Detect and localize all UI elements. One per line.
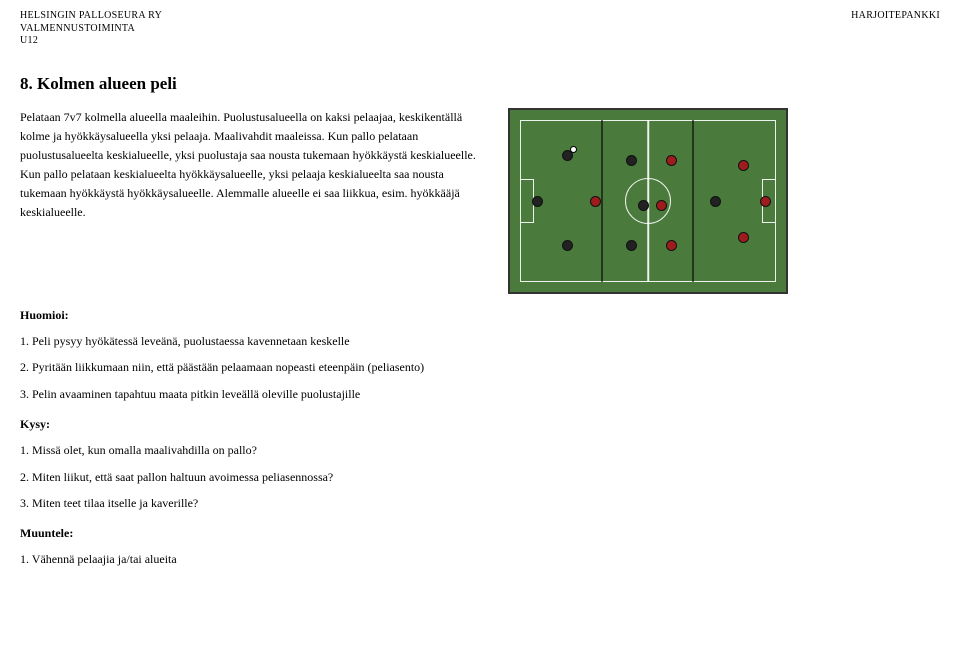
- list-item: 1. Missä olet, kun omalla maalivahdilla …: [20, 442, 940, 459]
- player-red: [760, 196, 771, 207]
- player-red: [738, 160, 749, 171]
- player-red: [738, 232, 749, 243]
- intro-column: Pelataan 7v7 kolmella alueella maaleihin…: [20, 108, 490, 294]
- player-red: [666, 240, 677, 251]
- page-header: HELSINGIN PALLOSEURA RY VALMENNUSTOIMINT…: [20, 10, 940, 48]
- section-kysy: Kysy:: [20, 417, 940, 432]
- list-item: 2. Pyritään liikkumaan niin, että päästä…: [20, 359, 940, 376]
- header-age: U12: [20, 35, 162, 48]
- header-org: HELSINGIN PALLOSEURA RY: [20, 10, 162, 23]
- figure-column: [508, 108, 788, 294]
- header-right: HARJOITEPANKKI: [851, 10, 940, 48]
- ball-icon: [570, 146, 577, 153]
- player-dark: [638, 200, 649, 211]
- field-diagram: [508, 108, 788, 294]
- list-item: 3. Miten teet tilaa itselle ja kaverille…: [20, 495, 940, 512]
- intro-paragraph: Pelataan 7v7 kolmella alueella maaleihin…: [20, 108, 490, 223]
- list-item: 3. Pelin avaaminen tapahtuu maata pitkin…: [20, 386, 940, 403]
- header-left: HELSINGIN PALLOSEURA RY VALMENNUSTOIMINT…: [20, 10, 162, 48]
- player-dark: [562, 240, 573, 251]
- section-huomioi: Huomioi:: [20, 308, 940, 323]
- content-row: Pelataan 7v7 kolmella alueella maaleihin…: [20, 108, 940, 294]
- list-item: 1. Vähennä pelaajia ja/tai alueita: [20, 551, 940, 568]
- player-dark: [626, 155, 637, 166]
- player-dark: [532, 196, 543, 207]
- player-red: [590, 196, 601, 207]
- player-dark: [626, 240, 637, 251]
- player-red: [666, 155, 677, 166]
- section-muuntele: Muuntele:: [20, 526, 940, 541]
- list-item: 2. Miten liikut, että saat pallon haltuu…: [20, 469, 940, 486]
- player-red: [656, 200, 667, 211]
- player-dark: [710, 196, 721, 207]
- page-title: 8. Kolmen alueen peli: [20, 74, 940, 94]
- header-dept: VALMENNUSTOIMINTA: [20, 23, 162, 36]
- list-item: 1. Peli pysyy hyökätessä leveänä, puolus…: [20, 333, 940, 350]
